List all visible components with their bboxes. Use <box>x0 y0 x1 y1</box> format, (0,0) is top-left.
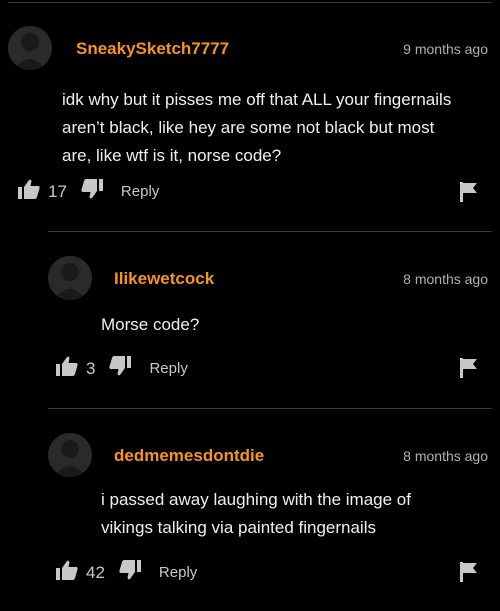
flag-icon[interactable] <box>460 182 478 207</box>
comment-timestamp: 9 months ago <box>403 41 488 57</box>
comment-text-line: aren’t black, like hey are some not blac… <box>62 118 435 137</box>
top-divider <box>8 2 492 3</box>
comment-username[interactable]: SneakySketch7777 <box>76 39 229 59</box>
thumbs-down-icon[interactable] <box>109 356 132 381</box>
comment-actions: 17 Reply <box>18 179 159 204</box>
thumbs-down-icon[interactable] <box>119 560 141 585</box>
like-count: 17 <box>48 181 67 201</box>
comment-actions: 42 Reply <box>56 560 197 585</box>
comment-username[interactable]: dedmemesdontdie <box>114 446 264 466</box>
comment-text: Morse code? <box>101 311 199 339</box>
comment-text: i passed away laughing with the image of… <box>101 486 411 542</box>
thumbs-up-icon[interactable] <box>56 560 78 585</box>
comment-timestamp: 8 months ago <box>403 448 488 464</box>
reply-button[interactable]: Reply <box>159 564 197 581</box>
comment-username[interactable]: Ilikewetcock <box>114 269 214 289</box>
comment-divider <box>48 408 492 409</box>
thumbs-up-icon[interactable] <box>56 356 78 381</box>
flag-icon[interactable] <box>460 562 478 587</box>
avatar[interactable] <box>48 433 92 477</box>
comment-text: idk why but it pisses me off that ALL yo… <box>62 86 451 170</box>
avatar[interactable] <box>8 26 52 70</box>
comment-text-line: i passed away laughing with the image of <box>101 490 411 509</box>
avatar-icon <box>48 433 92 477</box>
comment-text-line: are, like wtf is it, norse code? <box>62 146 282 165</box>
thumbs-down-icon[interactable] <box>81 179 103 204</box>
avatar[interactable] <box>48 256 92 300</box>
comment-text-line: vikings talking via painted fingernails <box>101 518 376 537</box>
flag-icon[interactable] <box>460 358 478 383</box>
like-count: 42 <box>86 562 105 582</box>
comment-actions: 3 Reply <box>56 356 188 381</box>
thumbs-up-icon[interactable] <box>18 179 40 204</box>
comment-text-line: Morse code? <box>101 315 200 334</box>
comment-divider <box>48 231 492 232</box>
avatar-icon <box>8 26 52 70</box>
avatar-icon <box>48 256 92 300</box>
reply-button[interactable]: Reply <box>121 183 159 200</box>
comment-timestamp: 8 months ago <box>403 271 488 287</box>
comment-text-line: idk why but it pisses me off that ALL yo… <box>62 90 452 109</box>
like-count: 3 <box>86 358 96 378</box>
reply-button[interactable]: Reply <box>149 360 187 377</box>
